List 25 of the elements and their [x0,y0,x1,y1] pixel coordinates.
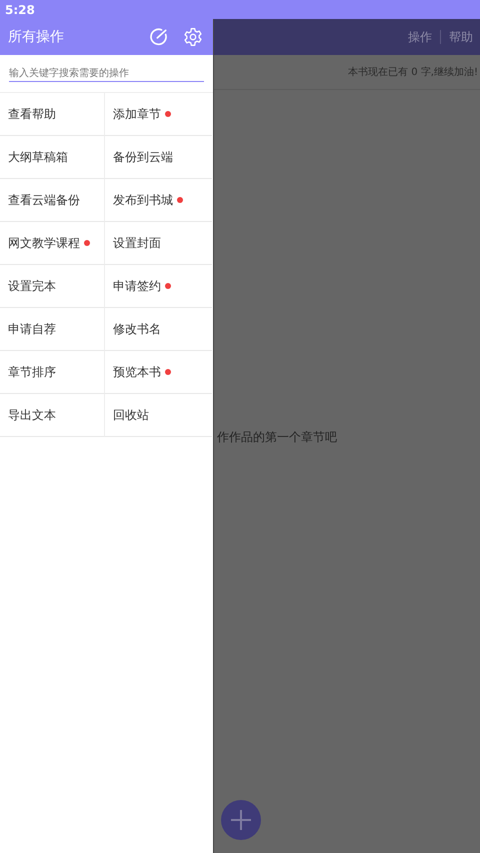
action-item[interactable]: 章节排序 [0,351,105,394]
action-item[interactable]: 设置完本 [0,265,105,308]
action-item[interactable]: 申请自荐 [0,308,105,351]
word-count-text: 本书现在已有 0 字,继续加油! [348,66,478,79]
action-item[interactable]: 修改书名 [105,308,212,351]
action-item[interactable]: 预览本书 [105,351,212,394]
action-item[interactable]: 大纲草稿箱 [0,136,105,179]
add-button[interactable] [221,800,261,840]
check-circle-icon[interactable] [149,27,169,47]
empty-hint-text: 作作品的第一个章节吧 [217,429,338,446]
action-item[interactable]: 设置封面 [105,222,212,265]
action-item[interactable]: 网文教学课程 [0,222,105,265]
drawer-title: 所有操作 [8,28,65,46]
status-time: 5:28 [5,2,35,16]
action-item[interactable]: 回收站 [105,394,212,437]
plus-icon [229,808,253,832]
settings-icon[interactable] [183,27,203,47]
action-item[interactable]: 申请签约 [105,265,212,308]
action-item[interactable]: 添加章节 [105,93,212,136]
action-item[interactable]: 发布到书城 [105,179,212,222]
action-item[interactable]: 导出文本 [0,394,105,437]
action-item[interactable]: 备份到云端 [105,136,212,179]
action-item[interactable]: 查看云端备份 [0,179,105,222]
search-field[interactable]: 输入关键字搜索需要的操作 [9,66,204,82]
action-item[interactable]: 查看帮助 [0,93,105,136]
